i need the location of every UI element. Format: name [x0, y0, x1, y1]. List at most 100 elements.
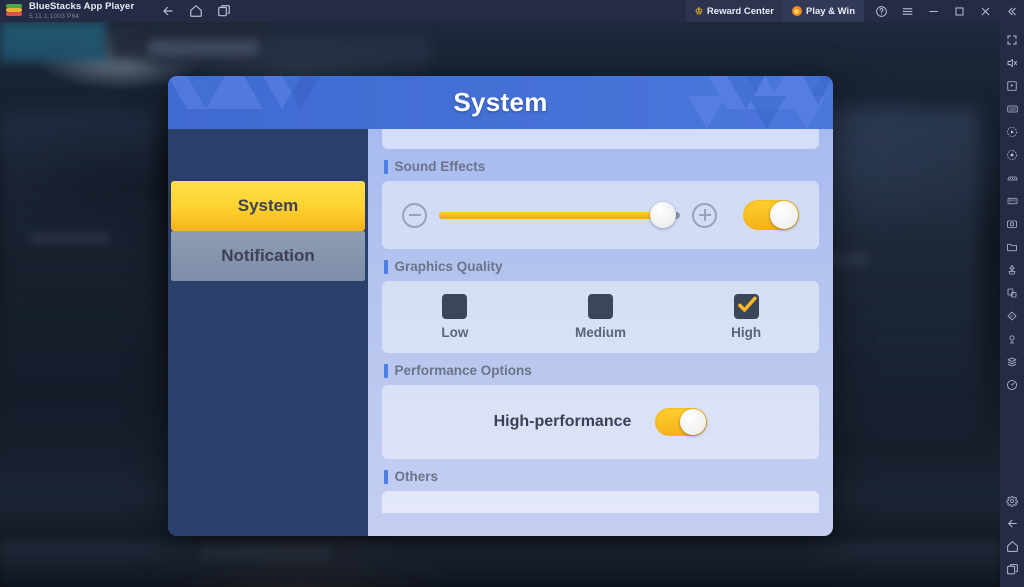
- location-icon[interactable]: [1002, 327, 1022, 350]
- collapse-sidebar-button[interactable]: [998, 0, 1024, 22]
- copy-paste-icon[interactable]: [1002, 281, 1022, 304]
- graphics-option-label: Low: [441, 325, 468, 340]
- graphics-option-medium[interactable]: Medium: [528, 294, 674, 340]
- window-controls: [864, 0, 1024, 22]
- section-label: Others: [395, 469, 439, 484]
- background-blurred-text: [200, 544, 330, 560]
- home-button[interactable]: [188, 3, 204, 19]
- fullscreen-icon[interactable]: [1002, 28, 1022, 51]
- section-header-graphics-quality: Graphics Quality: [384, 259, 819, 274]
- sound-effects-row: [382, 181, 819, 249]
- home-icon[interactable]: [1002, 535, 1022, 558]
- slider-track: [439, 212, 680, 219]
- close-button[interactable]: [972, 0, 998, 22]
- graphics-option-low[interactable]: Low: [382, 294, 528, 340]
- performance-options-row: High-performance: [382, 385, 819, 459]
- back-button[interactable]: [160, 3, 176, 19]
- reward-center-label: Reward Center: [707, 6, 774, 17]
- app-name: BlueStacks App Player: [29, 2, 134, 12]
- crown-icon: ♔: [695, 7, 703, 16]
- slider-knob[interactable]: [650, 202, 676, 228]
- mute-volume-icon[interactable]: [1002, 51, 1022, 74]
- checkbox-checked-icon[interactable]: [734, 294, 759, 319]
- play-win-badge-icon: [792, 6, 802, 16]
- section-accent-bar: [384, 260, 388, 274]
- screenshot-icon[interactable]: [1002, 212, 1022, 235]
- sound-effects-slider[interactable]: [439, 203, 680, 227]
- sidebar-item-system[interactable]: System: [171, 181, 365, 231]
- graphics-quality-row: Low Medium High: [382, 281, 819, 353]
- section-header-others: Others: [384, 469, 819, 484]
- svg-text:RPG: RPG: [1008, 199, 1016, 203]
- others-row-partial[interactable]: [382, 491, 819, 513]
- sidebar-item-label: System: [238, 196, 298, 216]
- section-accent-bar: [384, 160, 388, 174]
- app-title-block: BlueStacks App Player 5.11.1.1003 P64: [29, 2, 134, 20]
- sound-effects-controls: [382, 181, 819, 249]
- section-label: Graphics Quality: [395, 259, 503, 274]
- dialog-content-scroll[interactable]: Sound Effects: [368, 129, 833, 536]
- app-version: 5.11.1.1003 P64: [29, 14, 134, 21]
- section-accent-bar: [384, 470, 388, 484]
- checkbox-unchecked-icon[interactable]: [442, 294, 467, 319]
- shake-icon[interactable]: [1002, 304, 1022, 327]
- eco-mode-icon[interactable]: [1002, 258, 1022, 281]
- background-banner-teal: [0, 22, 108, 62]
- toggle-knob: [680, 409, 706, 435]
- background-blurred-text: [148, 40, 258, 56]
- macro-record-icon[interactable]: [1002, 143, 1022, 166]
- dialog-body: System Notification Sound Effects: [168, 129, 833, 536]
- right-toolbar: RPG: [1000, 22, 1024, 587]
- plus-circle-icon[interactable]: [692, 203, 717, 228]
- sidebar-item-label: Notification: [221, 246, 315, 266]
- window-titlebar: BlueStacks App Player 5.11.1.1003 P64 ♔ …: [0, 0, 1024, 22]
- rpg-mode-icon[interactable]: RPG: [1002, 189, 1022, 212]
- multi-instance-icon[interactable]: [1002, 350, 1022, 373]
- checkmark-icon: [737, 295, 757, 315]
- media-manager-icon[interactable]: [1002, 235, 1022, 258]
- minus-circle-icon[interactable]: [402, 203, 427, 228]
- titlebar-nav-group: [160, 3, 232, 19]
- section-accent-bar: [384, 364, 388, 378]
- previous-setting-row-partial[interactable]: [382, 129, 819, 149]
- settings-gear-icon[interactable]: [1002, 489, 1022, 512]
- recents-icon[interactable]: [1002, 558, 1022, 581]
- graphics-option-label: High: [731, 325, 761, 340]
- instance-sync-icon[interactable]: [1002, 373, 1022, 396]
- reward-center-button[interactable]: ♔ Reward Center: [686, 0, 783, 22]
- minimize-button[interactable]: [920, 0, 946, 22]
- section-header-performance-options: Performance Options: [384, 363, 819, 378]
- keymapping-icon[interactable]: [1002, 97, 1022, 120]
- background-panel-left: [0, 112, 160, 442]
- record-screen-icon[interactable]: [1002, 120, 1022, 143]
- dialog-title: System: [168, 76, 833, 129]
- dialog-sidebar: System Notification: [168, 129, 368, 536]
- menu-button[interactable]: [894, 0, 920, 22]
- maximize-button[interactable]: [946, 0, 972, 22]
- game-controls-icon[interactable]: [1002, 166, 1022, 189]
- recents-button[interactable]: [216, 3, 232, 19]
- play-and-win-label: Play & Win: [806, 6, 855, 17]
- bluestacks-logo-icon: [6, 4, 22, 18]
- sidebar-item-notification[interactable]: Notification: [171, 231, 365, 281]
- graphics-option-label: Medium: [575, 325, 626, 340]
- high-performance-label: High-performance: [494, 413, 632, 431]
- high-performance-toggle[interactable]: [655, 408, 707, 436]
- help-button[interactable]: [868, 0, 894, 22]
- graphics-quality-options: Low Medium High: [382, 281, 819, 353]
- graphics-option-high[interactable]: High: [673, 294, 819, 340]
- titlebar-right-group: ♔ Reward Center Play & Win: [686, 0, 1024, 22]
- dialog-header: System: [168, 76, 833, 129]
- sound-effects-toggle[interactable]: [743, 200, 799, 230]
- background-blurred-text: [30, 232, 110, 244]
- background-bottom-bar: [0, 542, 1000, 587]
- toggle-knob: [770, 201, 798, 229]
- back-arrow-icon[interactable]: [1002, 512, 1022, 535]
- play-and-win-button[interactable]: Play & Win: [783, 0, 864, 22]
- system-settings-dialog: System System Notification: [168, 76, 833, 536]
- checkbox-unchecked-icon[interactable]: [588, 294, 613, 319]
- cursor-target-icon[interactable]: [1002, 74, 1022, 97]
- slider-fill: [439, 212, 663, 219]
- section-label: Performance Options: [395, 363, 532, 378]
- section-label: Sound Effects: [395, 159, 486, 174]
